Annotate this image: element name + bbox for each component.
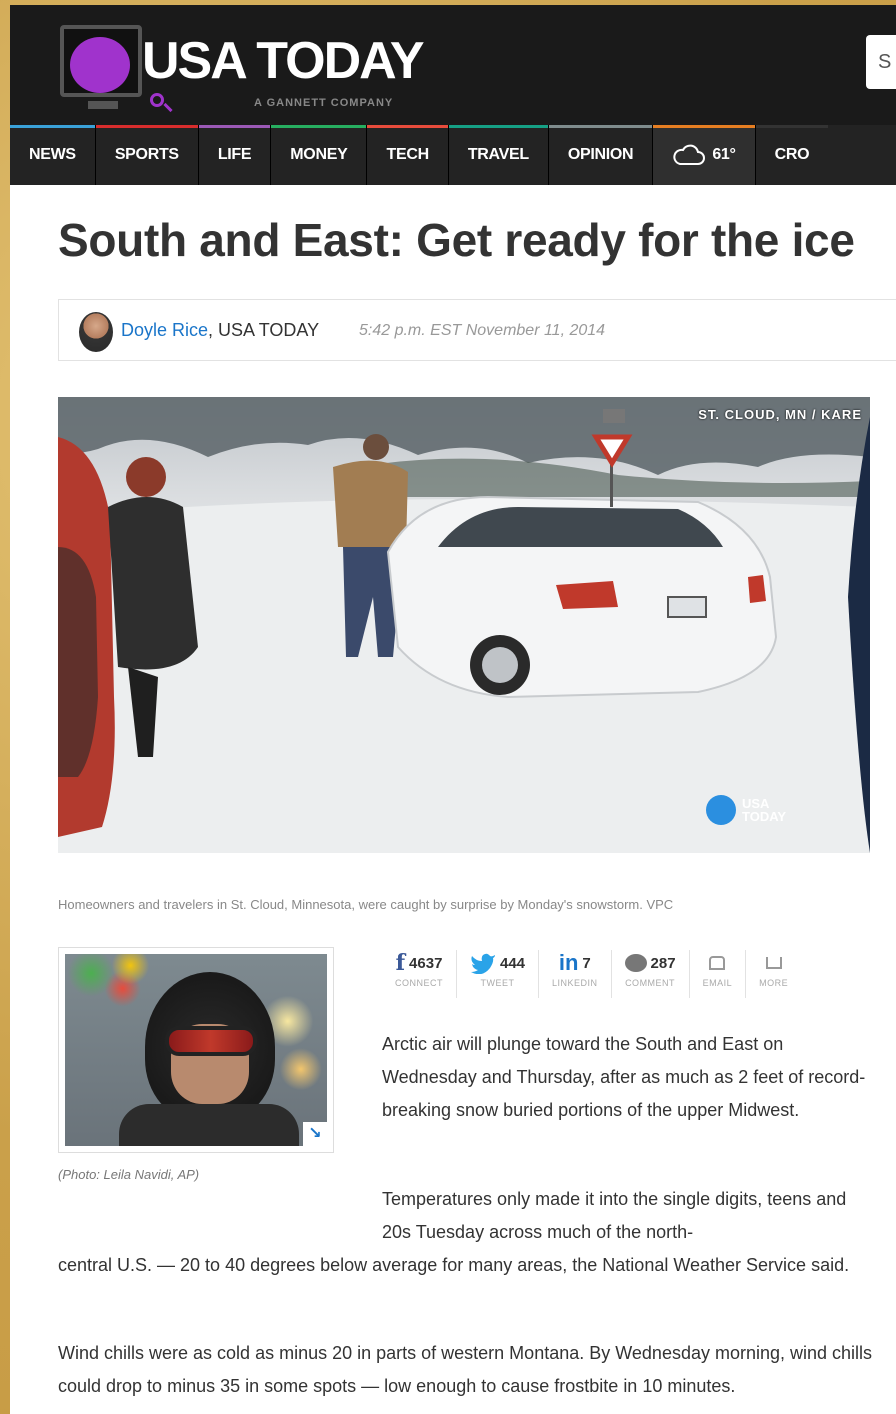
byline-timestamp: 5:42 p.m. EST November 11, 2014	[359, 322, 606, 339]
nav-weather[interactable]: 61°	[653, 125, 756, 185]
photo-credit: (Photo: Leila Navidi, AP)	[58, 1167, 200, 1182]
main-nav: NEWS SPORTS LIFE MONEY TECH TRAVEL OPINI…	[10, 125, 896, 185]
share-label: TWEET	[480, 978, 515, 988]
comment-icon	[624, 954, 647, 972]
byline: Doyle Rice, USA TODAY 5:42 p.m. EST Nove…	[58, 299, 896, 361]
author-link[interactable]: Doyle Rice	[121, 320, 208, 340]
usa-today-logo[interactable]: USA TODAY A GANNETT COMPANY	[58, 23, 458, 123]
weather-temp: 61°	[712, 146, 736, 163]
nav-item-crossword[interactable]: CRO	[755, 125, 829, 185]
share-count: 287	[650, 954, 676, 972]
share-linkedin[interactable]: in 7 LINKEDIN	[539, 950, 612, 998]
byline-outlet: , USA TODAY	[208, 320, 320, 340]
share-comment[interactable]: 287 COMMENT	[612, 950, 690, 998]
share-bar: f 4637 CONNECT 444 TWEET in 7 LINKEDIN 287…	[382, 950, 882, 998]
facebook-icon: f	[395, 950, 406, 976]
share-label: LINKEDIN	[552, 978, 598, 988]
nav-item-travel[interactable]: TRAVEL	[448, 125, 549, 185]
hero-source-tag: ST. CLOUD, MN / KARE	[698, 407, 862, 422]
logo-text: USA TODAY	[142, 32, 425, 90]
nav-item-sports[interactable]: SPORTS	[95, 125, 199, 185]
cloud-icon	[673, 144, 706, 165]
linkedin-icon: in	[558, 950, 579, 975]
article-paragraph: central U.S. — 20 to 40 degrees below av…	[58, 1255, 850, 1275]
masthead: USA TODAY A GANNETT COMPANY S	[10, 5, 896, 125]
share-label: MORE	[759, 978, 789, 988]
hero-scene	[58, 397, 870, 853]
logo-globe-icon	[70, 37, 130, 93]
share-count: 444	[500, 954, 526, 972]
article-photo[interactable]: ↘	[58, 947, 334, 1153]
search-input[interactable]: S	[866, 35, 896, 89]
share-more[interactable]: MORE	[746, 950, 801, 998]
nav-item-money[interactable]: MONEY	[271, 125, 368, 185]
nav-item-life[interactable]: LIFE	[198, 125, 272, 185]
twitter-icon	[471, 953, 495, 974]
article-paragraph: Arctic air will plunge toward the South …	[382, 1034, 866, 1120]
share-twitter[interactable]: 444 TWEET	[457, 950, 540, 998]
expand-icon[interactable]: ↘	[303, 1122, 327, 1146]
article-paragraph: Temperatures only made it into the singl…	[382, 1189, 847, 1242]
share-label: EMAIL	[702, 978, 733, 988]
photo-image: ↘	[65, 954, 327, 1146]
share-count: 7	[582, 954, 591, 972]
logo-subtitle: A GANNETT COMPANY	[254, 97, 394, 109]
email-icon	[709, 956, 726, 970]
article-headline: South and East: Get ready for the ice	[58, 214, 855, 266]
nav-item-news[interactable]: NEWS	[10, 125, 96, 185]
share-label: CONNECT	[395, 978, 443, 988]
nav-item-opinion[interactable]: OPINION	[548, 125, 654, 185]
hero-caption: Homeowners and travelers in St. Cloud, M…	[58, 897, 674, 912]
nav-item-tech[interactable]: TECH	[367, 125, 449, 185]
share-email[interactable]: EMAIL	[690, 950, 747, 998]
logo-monitor-icon	[60, 25, 142, 109]
badge-line2: TODAY	[742, 809, 787, 824]
article-page: USA TODAY A GANNETT COMPANY S NEWS SPORT…	[10, 5, 896, 1414]
share-count: 4637	[409, 954, 443, 972]
share-label: COMMENT	[625, 978, 676, 988]
share-facebook[interactable]: f 4637 CONNECT	[382, 950, 457, 998]
usa-today-dot-icon	[706, 795, 736, 825]
hero-video[interactable]: ST. CLOUD, MN / KARE USA TODAY	[58, 397, 870, 853]
article-paragraph: Wind chills were as cold as minus 20 in …	[58, 1343, 873, 1396]
author-avatar[interactable]	[79, 312, 113, 352]
logo-magnifier-icon	[150, 93, 164, 107]
usa-today-video-badge: USA TODAY	[706, 795, 816, 825]
byline-text: Doyle Rice, USA TODAY	[121, 320, 319, 341]
more-icon	[765, 957, 782, 969]
